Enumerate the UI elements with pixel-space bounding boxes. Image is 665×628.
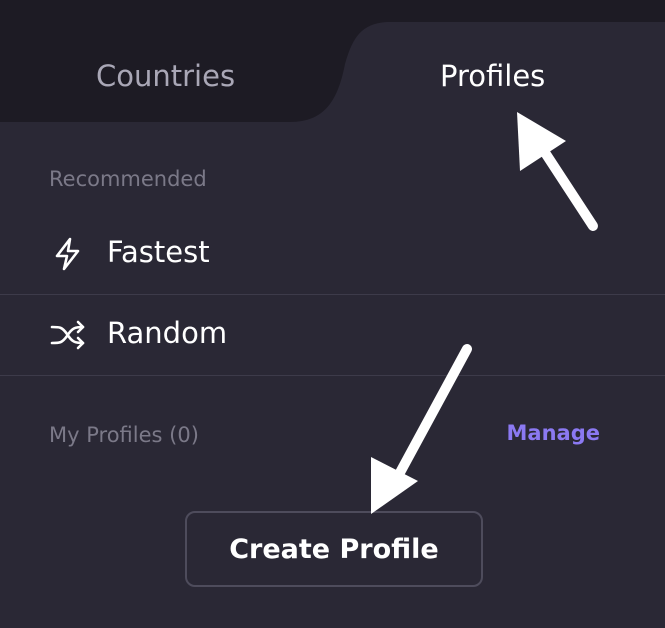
recommended-heading: Recommended (49, 167, 207, 191)
list-item-random[interactable]: Random (0, 295, 665, 376)
manage-link[interactable]: Manage (507, 421, 600, 445)
create-profile-button[interactable]: Create Profile (185, 511, 483, 587)
lightning-bolt-icon (55, 237, 80, 271)
shuffle-icon (50, 320, 85, 350)
my-profiles-heading: My Profiles (0) (49, 423, 199, 447)
list-item-label: Fastest (107, 235, 210, 269)
tab-countries[interactable]: Countries (96, 58, 235, 94)
list-item-fastest[interactable]: Fastest (0, 214, 665, 295)
tab-bar: Countries Profiles (0, 0, 665, 122)
list-item-label: Random (107, 316, 228, 350)
tab-profiles[interactable]: Profiles (440, 58, 545, 94)
